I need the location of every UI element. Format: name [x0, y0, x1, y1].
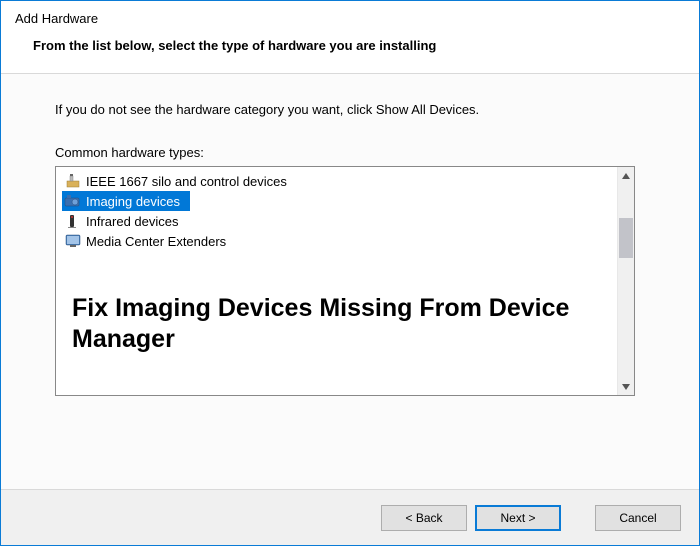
scroll-thumb[interactable] [619, 218, 633, 258]
list-item[interactable]: IEEE 1667 silo and control devices [56, 171, 617, 191]
media-extender-icon [62, 232, 84, 250]
list-item-label: IEEE 1667 silo and control devices [86, 174, 287, 189]
scroll-track[interactable] [618, 184, 634, 378]
list-scrollbar[interactable] [617, 167, 634, 395]
list-item-selected[interactable]: Imaging devices [62, 191, 190, 211]
page-subtitle: From the list below, select the type of … [1, 32, 699, 73]
scroll-down-button[interactable] [618, 378, 634, 395]
silo-icon [62, 172, 84, 190]
list-label: Common hardware types: [55, 145, 653, 160]
add-hardware-wizard: Add Hardware From the list below, select… [0, 0, 700, 546]
overlay-caption: Fix Imaging Devices Missing From Device … [72, 293, 604, 356]
wizard-content: If you do not see the hardware category … [1, 74, 699, 489]
list-item[interactable]: Infrared devices [56, 211, 617, 231]
back-button[interactable]: < Back [381, 505, 467, 531]
scroll-up-button[interactable] [618, 167, 634, 184]
wizard-footer: < Back Next > Cancel [1, 489, 699, 545]
list-item-label: Media Center Extenders [86, 234, 226, 249]
window-title: Add Hardware [1, 1, 699, 32]
help-text: If you do not see the hardware category … [55, 102, 653, 117]
next-button[interactable]: Next > [475, 505, 561, 531]
hardware-types-list[interactable]: IEEE 1667 silo and control devices Imagi… [55, 166, 635, 396]
list-item-label: Imaging devices [86, 194, 184, 209]
infrared-icon [62, 212, 84, 230]
list-item[interactable]: Media Center Extenders [56, 231, 617, 251]
cancel-button[interactable]: Cancel [595, 505, 681, 531]
imaging-icon [62, 192, 84, 210]
list-item-label: Infrared devices [86, 214, 179, 229]
